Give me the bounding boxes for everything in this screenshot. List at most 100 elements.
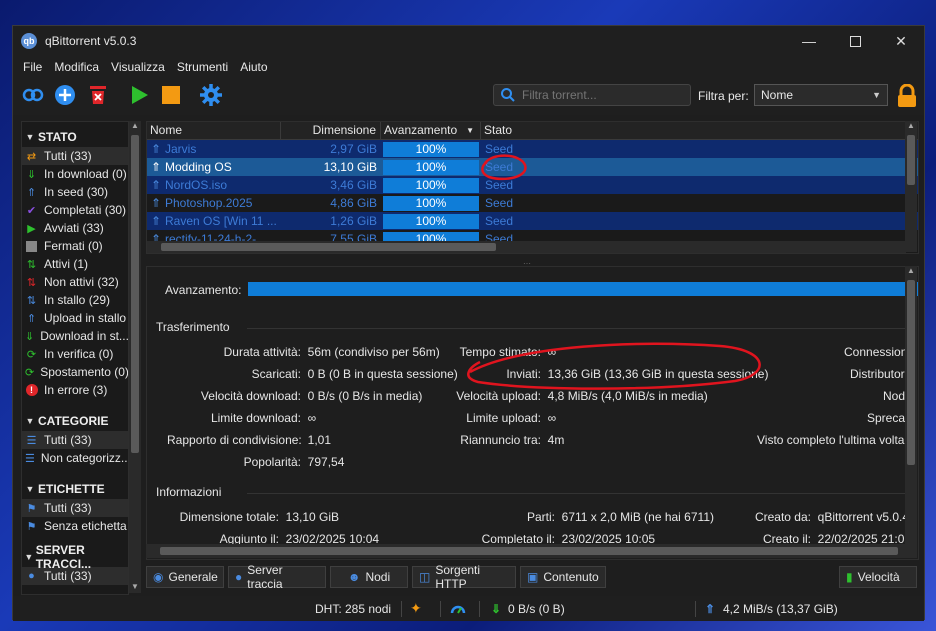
column-progress[interactable]: Avanzamento ▼	[381, 122, 481, 139]
seeding-icon: ⇑	[150, 214, 162, 228]
seeding-icon: ⇑	[150, 160, 162, 174]
delete-icon[interactable]	[86, 83, 110, 107]
list-vscrollbar[interactable]: ▲	[905, 121, 917, 252]
close-button[interactable]: ✕	[878, 26, 924, 56]
creato-da-value: qBittorrent v5.0.4	[817, 510, 910, 524]
sidebar-item-in-stallo[interactable]: ⇅ In stallo (29)	[22, 291, 128, 309]
sidebar: ▼ STATO ⇄ Tutti (33) ⇓ In download (0) ⇑ In …	[21, 121, 129, 595]
title-bar: qb qBittorrent v5.0.3 — ✕	[13, 26, 924, 56]
torrent-row[interactable]: ⇑ Jarvis 2,97 GiB 100% Seed	[147, 140, 918, 158]
tab-sorgenti-http[interactable]: ◫ Sorgenti HTTP	[412, 563, 516, 591]
sidebar-item-senza-etichetta[interactable]: ⚑ Senza etichetta	[22, 517, 128, 535]
sidebar-item-non-attivi[interactable]: ⇅ Non attivi (32)	[22, 273, 128, 291]
list-hscrollbar[interactable]	[147, 241, 906, 253]
sidebar-item-in-seed[interactable]: ⇑ In seed (30)	[22, 183, 128, 201]
list-header: Nome Dimensione Avanzamento ▼ Stato	[147, 122, 918, 140]
progress-bar: 100%	[383, 177, 479, 193]
section-server[interactable]: ▼ SERVER TRACCI...	[22, 543, 128, 571]
checking-icon: ⟳	[26, 348, 37, 361]
tag-icon: ⚑	[26, 520, 37, 533]
progress-bar: 100%	[383, 159, 479, 175]
column-size[interactable]: Dimensione	[281, 122, 381, 139]
stop-square-icon	[25, 240, 38, 253]
folder-icon: ▣	[527, 570, 539, 584]
menu-aiuto[interactable]: Aiuto	[240, 60, 267, 74]
menu-modifica[interactable]: Modifica	[54, 60, 99, 74]
lock-icon[interactable]	[896, 84, 918, 108]
search-input[interactable]	[520, 87, 684, 103]
section-categorie[interactable]: ▼ CATEGORIE	[22, 411, 128, 431]
add-torrent-icon[interactable]	[53, 83, 77, 107]
tab-generale[interactable]: ◉ Generale	[146, 566, 224, 588]
sidebar-item-in-verifica[interactable]: ⟳ In verifica (0)	[22, 345, 128, 363]
sidebar-item-spostamento[interactable]: ⟳ Spostamento (0)	[22, 363, 128, 381]
search-box[interactable]	[493, 84, 691, 106]
users-icon: ☻	[347, 570, 361, 584]
sprecati-label: Sprecat	[867, 411, 909, 425]
menu-strumenti[interactable]: Strumenti	[177, 60, 228, 74]
tab-velocita[interactable]: ▮ Velocità	[839, 566, 917, 588]
toolbar: Filtra per: Nome ▼	[13, 77, 924, 115]
sidebar-item-download-stallo[interactable]: ⇓ Download in st...	[22, 327, 128, 345]
dimtot-label: Dimensione totale:	[179, 510, 279, 524]
start-icon[interactable]	[127, 83, 151, 107]
popolarita-value: 797,54	[307, 455, 345, 469]
menu-visualizza[interactable]: Visualizza	[111, 60, 165, 74]
window-title: qBittorrent v5.0.3	[45, 34, 137, 48]
stop-icon[interactable]	[159, 83, 183, 107]
minimize-button[interactable]: —	[786, 26, 832, 56]
group-transfer-title: Trasferimento	[156, 320, 230, 334]
ldown-label: Limite download:	[210, 411, 301, 425]
speedometer-icon[interactable]	[450, 601, 466, 617]
sidebar-item-fermati[interactable]: Fermati (0)	[22, 237, 128, 255]
vup-value: 4,8 MiB/s (4,0 MiB/s in media)	[547, 389, 708, 403]
progress-bar: 100%	[383, 213, 479, 229]
torrent-row[interactable]: ⇑ Raven OS [Win 11 ... 1,26 GiB 100% Seed	[147, 212, 918, 230]
sidebar-item-in-errore[interactable]: ! In errore (3)	[22, 381, 128, 399]
sidebar-item-attivi[interactable]: ⇅ Attivi (1)	[22, 255, 128, 273]
progress-bar: 100%	[383, 141, 479, 157]
sidebar-item-categorie-tutti[interactable]: ☰ Tutti (33)	[22, 431, 128, 449]
tab-server-traccia[interactable]: ● Server traccia	[228, 563, 326, 591]
durata-value: 56m (condiviso per 56m)	[307, 345, 440, 359]
download-speed[interactable]: 0 B/s (0 B)	[508, 602, 565, 616]
maximize-button[interactable]	[832, 26, 878, 56]
dht-status: DHT: 285 nodi	[315, 601, 392, 616]
stalled-icon: ⇅	[26, 294, 37, 307]
filter-select[interactable]: Nome ▼	[754, 84, 888, 106]
tab-nodi[interactable]: ☻ Nodi	[330, 566, 408, 588]
details-vscrollbar[interactable]: ▲	[905, 266, 917, 558]
flame-icon[interactable]: ✦	[410, 600, 422, 617]
pin-icon: ●	[235, 570, 243, 584]
lup-value: ∞	[547, 411, 557, 425]
popolarita-label: Popolarità:	[243, 455, 301, 469]
sidebar-scrollbar[interactable]: ▲ ▼	[129, 121, 141, 593]
add-link-icon[interactable]	[21, 83, 45, 107]
sidebar-item-completati[interactable]: ✔ Completati (30)	[22, 201, 128, 219]
menu-file[interactable]: File	[23, 60, 42, 74]
shuffle-icon: ⇄	[26, 150, 37, 163]
tab-contenuto[interactable]: ▣ Contenuto	[520, 566, 606, 588]
torrent-row[interactable]: ⇑ Photoshop.2025 4,86 GiB 100% Seed	[147, 194, 918, 212]
sidebar-item-upload-stallo[interactable]: ⇑ Upload in stallo	[22, 309, 128, 327]
status-bar: DHT: 285 nodi ✦ ⇓ 0 B/s (0 B) ⇑ 4,2 MiB/…	[13, 596, 924, 621]
sidebar-item-tutti[interactable]: ⇄ Tutti (33)	[22, 147, 128, 165]
group-divider	[247, 493, 907, 494]
sidebar-item-non-categorizzati[interactable]: ☰ Non categorizz...	[22, 449, 128, 467]
column-status[interactable]: Stato	[481, 122, 918, 139]
tag-icon: ⚑	[26, 502, 37, 515]
column-name[interactable]: Nome	[147, 122, 281, 139]
upload-speed[interactable]: 4,2 MiB/s (13,37 GiB)	[723, 602, 838, 616]
sidebar-item-etichette-tutti[interactable]: ⚑ Tutti (33)	[22, 499, 128, 517]
torrent-row-selected[interactable]: ⇑ Modding OS 13,10 GiB 100% Seed	[147, 158, 918, 176]
torrent-row[interactable]: ⇑ NordOS.iso 3,46 GiB 100% Seed	[147, 176, 918, 194]
sidebar-item-avviati[interactable]: ▶ Avviati (33)	[22, 219, 128, 237]
scaricati-label: Scaricati:	[251, 367, 301, 381]
progress-label: Avanzamento:	[165, 283, 242, 297]
sidebar-item-in-download[interactable]: ⇓ In download (0)	[22, 165, 128, 183]
status-divider	[479, 601, 480, 617]
gear-icon[interactable]	[199, 83, 223, 107]
section-etichette[interactable]: ▼ ETICHETTE	[22, 479, 128, 499]
section-stato[interactable]: ▼ STATO	[22, 127, 128, 147]
details-hscrollbar[interactable]	[146, 544, 905, 558]
